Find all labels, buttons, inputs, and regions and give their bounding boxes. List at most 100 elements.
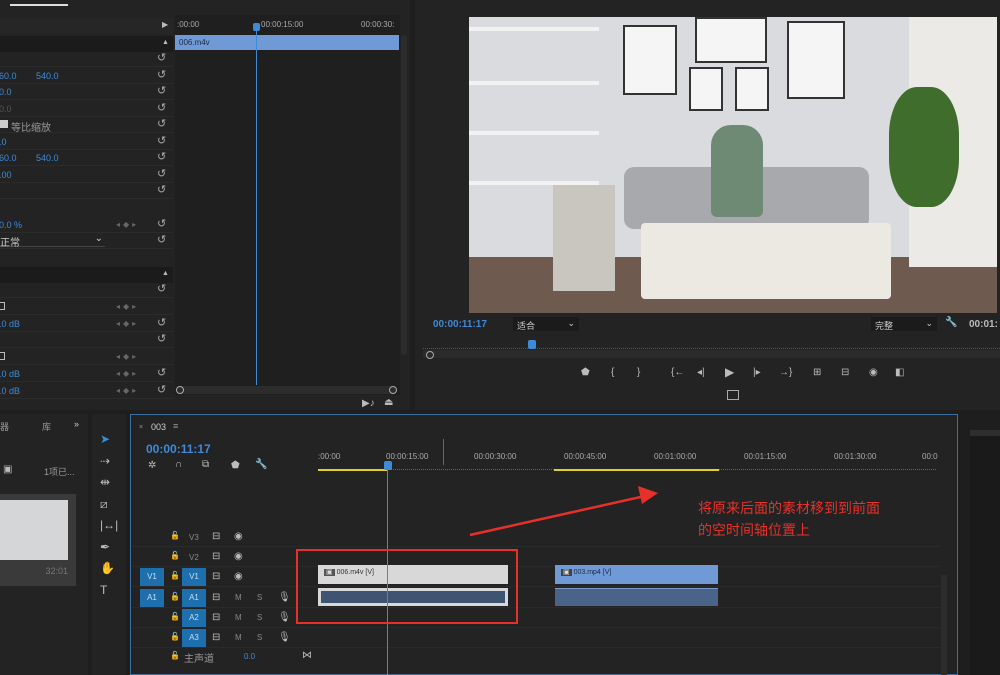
- clip-003-video[interactable]: ▣ 003.mp4 [V]: [555, 565, 718, 584]
- scrub-bar-track[interactable]: [423, 350, 1000, 358]
- property-value[interactable]: 00.0: [0, 87, 12, 97]
- timeline-timecode[interactable]: 00:00:11:17: [146, 442, 211, 456]
- scrub-bar[interactable]: [423, 341, 1000, 349]
- reset-icon[interactable]: ↺: [157, 366, 166, 379]
- reset-icon[interactable]: ↺: [157, 332, 166, 345]
- reset-icon[interactable]: ↺: [157, 150, 166, 163]
- timeline-playhead-marker[interactable]: [384, 461, 392, 470]
- property-value[interactable]: 960.0: [0, 153, 17, 163]
- export-icon[interactable]: ⏏: [384, 397, 393, 408]
- mute-button[interactable]: M: [235, 593, 242, 602]
- video-frame[interactable]: [469, 17, 997, 313]
- property-value[interactable]: 0.0 dB: [0, 319, 20, 329]
- reset-icon[interactable]: ↺: [157, 167, 166, 180]
- track-target[interactable]: A2: [182, 609, 206, 627]
- track-target[interactable]: A3: [182, 629, 206, 647]
- close-tab-icon[interactable]: ×: [139, 424, 143, 431]
- checkbox[interactable]: [0, 302, 5, 310]
- lock-icon[interactable]: 🔓: [170, 531, 180, 540]
- collapse-icon[interactable]: ▲: [162, 39, 169, 46]
- mini-timeline[interactable]: :00:00 00:00:15:00 00:00:30: 006.m4v: [175, 15, 400, 395]
- eye-icon[interactable]: ◉: [234, 571, 243, 582]
- tab-libraries[interactable]: 库: [42, 420, 51, 433]
- vertical-scrollbar[interactable]: [941, 575, 947, 675]
- tab-media-browser[interactable]: 器: [0, 420, 9, 433]
- microphone-icon[interactable]: 🎙: [278, 612, 291, 623]
- program-timecode[interactable]: 00:00:11:17: [433, 319, 487, 330]
- property-value[interactable]: 0.0 dB: [0, 369, 20, 379]
- source-patch-v1[interactable]: V1: [140, 568, 164, 586]
- checkbox[interactable]: [0, 120, 8, 128]
- jump-icon[interactable]: ⋈: [302, 650, 312, 661]
- collapse-icon[interactable]: ▲: [162, 270, 169, 277]
- compare-icon[interactable]: ◧: [895, 367, 904, 378]
- folder-icon[interactable]: ▣: [3, 464, 12, 475]
- property-value[interactable]: 00.0: [0, 104, 12, 114]
- keyframe-nav-icon[interactable]: ◂◆▸: [116, 319, 139, 328]
- reset-icon[interactable]: ↺: [157, 183, 166, 196]
- lock-icon[interactable]: 🔓: [170, 632, 180, 641]
- track-select-tool-icon[interactable]: ⇢: [100, 454, 110, 468]
- property-value[interactable]: 0.00: [0, 170, 12, 180]
- sync-lock-icon[interactable]: ⊟: [212, 571, 220, 582]
- sync-lock-icon[interactable]: ⊟: [212, 531, 220, 542]
- reset-icon[interactable]: ↺: [157, 282, 166, 295]
- sequence-tab[interactable]: 003: [151, 422, 166, 432]
- reset-icon[interactable]: ↺: [157, 134, 166, 147]
- fit-dropdown[interactable]: 适合 ⌄: [513, 317, 579, 331]
- track-target[interactable]: V3: [189, 533, 199, 542]
- solo-button[interactable]: S: [257, 593, 262, 602]
- checkbox[interactable]: [0, 352, 5, 360]
- reset-icon[interactable]: ↺: [157, 68, 166, 81]
- source-patch-a1[interactable]: A1: [140, 589, 164, 607]
- keyframe-nav-icon[interactable]: ◂◆▸: [116, 302, 139, 311]
- zoom-handle[interactable]: [426, 351, 434, 359]
- sync-lock-icon[interactable]: ⊟: [212, 551, 220, 562]
- step-forward-icon[interactable]: |▸: [753, 367, 761, 378]
- expand-icon[interactable]: ▶: [162, 20, 168, 29]
- ripple-edit-tool-icon[interactable]: ⇹: [100, 475, 110, 489]
- keyframe-nav-icon[interactable]: ◂◆▸: [116, 386, 139, 395]
- scroll-handle-left[interactable]: [176, 386, 184, 394]
- microphone-icon[interactable]: 🎙: [278, 592, 291, 603]
- insert-icon[interactable]: ⊞: [813, 367, 821, 378]
- reset-icon[interactable]: ↺: [157, 101, 166, 114]
- step-back-icon[interactable]: ◂|: [697, 367, 705, 378]
- mute-button[interactable]: M: [235, 633, 242, 642]
- microphone-icon[interactable]: 🎙: [278, 632, 291, 643]
- more-panels-icon[interactable]: »: [74, 419, 79, 429]
- keyframe-nav-icon[interactable]: ◂◆▸: [116, 220, 139, 229]
- reset-icon[interactable]: ↺: [157, 84, 166, 97]
- tab-menu-icon[interactable]: ≡: [173, 421, 178, 431]
- property-value[interactable]: 0.0: [0, 137, 7, 147]
- hand-tool-icon[interactable]: ✋: [100, 561, 115, 575]
- eye-icon[interactable]: ◉: [234, 551, 243, 562]
- blend-mode-dropdown[interactable]: 正常 ⌄: [0, 233, 105, 249]
- clip-003-audio[interactable]: [555, 588, 718, 606]
- property-value[interactable]: 960.0: [0, 71, 17, 81]
- playhead-marker[interactable]: [528, 340, 536, 349]
- add-marker-icon[interactable]: ⬟: [231, 460, 240, 471]
- go-to-in-icon[interactable]: {←: [671, 367, 684, 378]
- razor-tool-icon[interactable]: ⧄: [100, 497, 108, 512]
- reset-icon[interactable]: ↺: [157, 383, 166, 396]
- keyframe-nav-icon[interactable]: ◂◆▸: [116, 369, 139, 378]
- slip-tool-icon[interactable]: |↔|: [100, 518, 118, 532]
- overwrite-icon[interactable]: ⊟: [841, 367, 849, 378]
- safe-margins-icon[interactable]: [727, 390, 739, 400]
- play-audio-icon[interactable]: ▶♪: [362, 398, 375, 409]
- sync-lock-icon[interactable]: ⊟: [212, 592, 220, 603]
- property-value-2[interactable]: 540.0: [36, 71, 59, 81]
- mark-in-icon[interactable]: {: [611, 367, 614, 378]
- reset-icon[interactable]: ↺: [157, 316, 166, 329]
- scroll-handle-right[interactable]: [389, 386, 397, 394]
- quality-dropdown[interactable]: 完整 ⌄: [871, 317, 937, 331]
- keyframe-nav-icon[interactable]: ◂◆▸: [116, 352, 139, 361]
- eye-icon[interactable]: ◉: [234, 531, 243, 542]
- track-target[interactable]: A1: [182, 589, 206, 607]
- track-target[interactable]: V2: [189, 553, 199, 562]
- wrench-icon[interactable]: 🔧: [945, 317, 957, 328]
- nest-icon[interactable]: ✲: [148, 460, 156, 471]
- solo-button[interactable]: S: [257, 613, 262, 622]
- sync-lock-icon[interactable]: ⊟: [212, 612, 220, 623]
